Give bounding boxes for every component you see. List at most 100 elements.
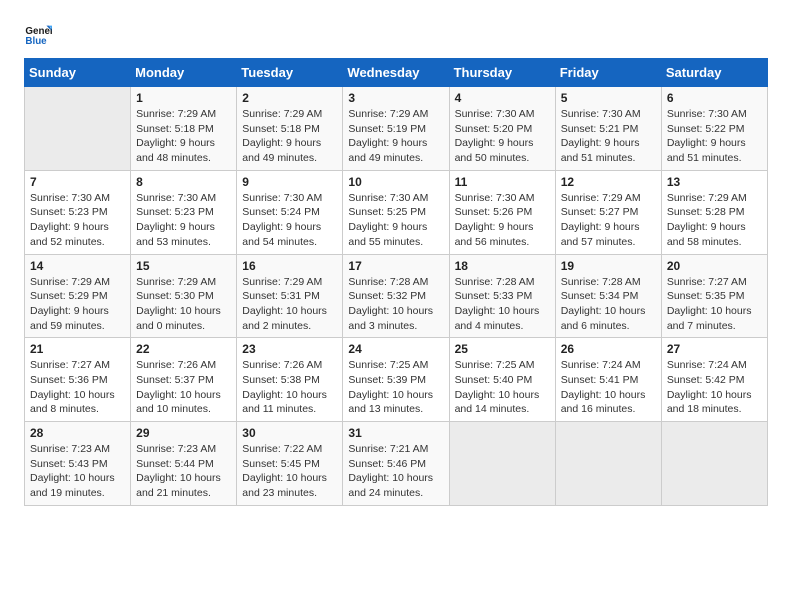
- day-number: 26: [561, 342, 656, 356]
- day-info: Sunrise: 7:28 AMSunset: 5:32 PMDaylight:…: [348, 276, 433, 332]
- day-number: 17: [348, 259, 443, 273]
- day-number: 25: [455, 342, 550, 356]
- header-friday: Friday: [555, 59, 661, 87]
- calendar-cell: 4 Sunrise: 7:30 AMSunset: 5:20 PMDayligh…: [449, 87, 555, 171]
- calendar-cell: 28 Sunrise: 7:23 AMSunset: 5:43 PMDaylig…: [25, 422, 131, 506]
- day-info: Sunrise: 7:29 AMSunset: 5:29 PMDaylight:…: [30, 276, 110, 332]
- calendar-cell: 10 Sunrise: 7:30 AMSunset: 5:25 PMDaylig…: [343, 170, 449, 254]
- day-number: 27: [667, 342, 762, 356]
- day-number: 6: [667, 91, 762, 105]
- calendar-cell: 20 Sunrise: 7:27 AMSunset: 5:35 PMDaylig…: [661, 254, 767, 338]
- logo-icon: General Blue: [24, 20, 52, 48]
- day-info: Sunrise: 7:30 AMSunset: 5:20 PMDaylight:…: [455, 108, 535, 164]
- header-monday: Monday: [131, 59, 237, 87]
- header: General Blue: [24, 20, 768, 48]
- week-row-3: 21 Sunrise: 7:27 AMSunset: 5:36 PMDaylig…: [25, 338, 768, 422]
- calendar-cell: 2 Sunrise: 7:29 AMSunset: 5:18 PMDayligh…: [237, 87, 343, 171]
- calendar-cell: 8 Sunrise: 7:30 AMSunset: 5:23 PMDayligh…: [131, 170, 237, 254]
- day-number: 19: [561, 259, 656, 273]
- calendar-cell: 13 Sunrise: 7:29 AMSunset: 5:28 PMDaylig…: [661, 170, 767, 254]
- day-number: 9: [242, 175, 337, 189]
- day-info: Sunrise: 7:23 AMSunset: 5:44 PMDaylight:…: [136, 443, 221, 499]
- day-info: Sunrise: 7:24 AMSunset: 5:42 PMDaylight:…: [667, 359, 752, 415]
- day-number: 22: [136, 342, 231, 356]
- day-number: 23: [242, 342, 337, 356]
- day-number: 3: [348, 91, 443, 105]
- day-number: 24: [348, 342, 443, 356]
- day-info: Sunrise: 7:30 AMSunset: 5:26 PMDaylight:…: [455, 192, 535, 248]
- day-number: 16: [242, 259, 337, 273]
- calendar-cell: 22 Sunrise: 7:26 AMSunset: 5:37 PMDaylig…: [131, 338, 237, 422]
- header-saturday: Saturday: [661, 59, 767, 87]
- week-row-1: 7 Sunrise: 7:30 AMSunset: 5:23 PMDayligh…: [25, 170, 768, 254]
- calendar-cell: 16 Sunrise: 7:29 AMSunset: 5:31 PMDaylig…: [237, 254, 343, 338]
- day-number: 14: [30, 259, 125, 273]
- day-info: Sunrise: 7:28 AMSunset: 5:34 PMDaylight:…: [561, 276, 646, 332]
- day-info: Sunrise: 7:29 AMSunset: 5:19 PMDaylight:…: [348, 108, 428, 164]
- calendar-cell: 6 Sunrise: 7:30 AMSunset: 5:22 PMDayligh…: [661, 87, 767, 171]
- day-number: 7: [30, 175, 125, 189]
- calendar-cell: 24 Sunrise: 7:25 AMSunset: 5:39 PMDaylig…: [343, 338, 449, 422]
- day-info: Sunrise: 7:30 AMSunset: 5:23 PMDaylight:…: [136, 192, 216, 248]
- day-info: Sunrise: 7:22 AMSunset: 5:45 PMDaylight:…: [242, 443, 327, 499]
- day-info: Sunrise: 7:29 AMSunset: 5:27 PMDaylight:…: [561, 192, 641, 248]
- calendar-cell: 3 Sunrise: 7:29 AMSunset: 5:19 PMDayligh…: [343, 87, 449, 171]
- calendar-cell: 30 Sunrise: 7:22 AMSunset: 5:45 PMDaylig…: [237, 422, 343, 506]
- calendar-cell: 12 Sunrise: 7:29 AMSunset: 5:27 PMDaylig…: [555, 170, 661, 254]
- calendar-cell: 27 Sunrise: 7:24 AMSunset: 5:42 PMDaylig…: [661, 338, 767, 422]
- week-row-4: 28 Sunrise: 7:23 AMSunset: 5:43 PMDaylig…: [25, 422, 768, 506]
- day-info: Sunrise: 7:30 AMSunset: 5:21 PMDaylight:…: [561, 108, 641, 164]
- calendar-cell: 21 Sunrise: 7:27 AMSunset: 5:36 PMDaylig…: [25, 338, 131, 422]
- calendar-table: SundayMondayTuesdayWednesdayThursdayFrid…: [24, 58, 768, 506]
- day-info: Sunrise: 7:30 AMSunset: 5:24 PMDaylight:…: [242, 192, 322, 248]
- day-info: Sunrise: 7:27 AMSunset: 5:36 PMDaylight:…: [30, 359, 115, 415]
- day-info: Sunrise: 7:27 AMSunset: 5:35 PMDaylight:…: [667, 276, 752, 332]
- day-number: 21: [30, 342, 125, 356]
- day-info: Sunrise: 7:29 AMSunset: 5:31 PMDaylight:…: [242, 276, 327, 332]
- week-row-0: 1 Sunrise: 7:29 AMSunset: 5:18 PMDayligh…: [25, 87, 768, 171]
- day-number: 2: [242, 91, 337, 105]
- calendar-cell: 31 Sunrise: 7:21 AMSunset: 5:46 PMDaylig…: [343, 422, 449, 506]
- header-tuesday: Tuesday: [237, 59, 343, 87]
- calendar-cell: 11 Sunrise: 7:30 AMSunset: 5:26 PMDaylig…: [449, 170, 555, 254]
- day-info: Sunrise: 7:30 AMSunset: 5:23 PMDaylight:…: [30, 192, 110, 248]
- day-info: Sunrise: 7:29 AMSunset: 5:30 PMDaylight:…: [136, 276, 221, 332]
- calendar-cell: [661, 422, 767, 506]
- day-info: Sunrise: 7:26 AMSunset: 5:37 PMDaylight:…: [136, 359, 221, 415]
- day-number: 29: [136, 426, 231, 440]
- calendar-cell: 15 Sunrise: 7:29 AMSunset: 5:30 PMDaylig…: [131, 254, 237, 338]
- day-info: Sunrise: 7:30 AMSunset: 5:25 PMDaylight:…: [348, 192, 428, 248]
- calendar-cell: 14 Sunrise: 7:29 AMSunset: 5:29 PMDaylig…: [25, 254, 131, 338]
- calendar-cell: 17 Sunrise: 7:28 AMSunset: 5:32 PMDaylig…: [343, 254, 449, 338]
- calendar-cell: 23 Sunrise: 7:26 AMSunset: 5:38 PMDaylig…: [237, 338, 343, 422]
- day-number: 4: [455, 91, 550, 105]
- header-thursday: Thursday: [449, 59, 555, 87]
- day-info: Sunrise: 7:28 AMSunset: 5:33 PMDaylight:…: [455, 276, 540, 332]
- day-number: 28: [30, 426, 125, 440]
- day-info: Sunrise: 7:29 AMSunset: 5:18 PMDaylight:…: [136, 108, 216, 164]
- day-number: 11: [455, 175, 550, 189]
- day-info: Sunrise: 7:26 AMSunset: 5:38 PMDaylight:…: [242, 359, 327, 415]
- day-number: 30: [242, 426, 337, 440]
- calendar-cell: 18 Sunrise: 7:28 AMSunset: 5:33 PMDaylig…: [449, 254, 555, 338]
- calendar-cell: [449, 422, 555, 506]
- day-number: 15: [136, 259, 231, 273]
- day-number: 1: [136, 91, 231, 105]
- day-number: 20: [667, 259, 762, 273]
- calendar-cell: 7 Sunrise: 7:30 AMSunset: 5:23 PMDayligh…: [25, 170, 131, 254]
- calendar-cell: 1 Sunrise: 7:29 AMSunset: 5:18 PMDayligh…: [131, 87, 237, 171]
- calendar-cell: 26 Sunrise: 7:24 AMSunset: 5:41 PMDaylig…: [555, 338, 661, 422]
- logo: General Blue: [24, 20, 56, 48]
- day-info: Sunrise: 7:30 AMSunset: 5:22 PMDaylight:…: [667, 108, 747, 164]
- day-info: Sunrise: 7:25 AMSunset: 5:39 PMDaylight:…: [348, 359, 433, 415]
- svg-text:Blue: Blue: [25, 36, 47, 47]
- day-info: Sunrise: 7:29 AMSunset: 5:18 PMDaylight:…: [242, 108, 322, 164]
- calendar-cell: [555, 422, 661, 506]
- header-wednesday: Wednesday: [343, 59, 449, 87]
- calendar-cell: [25, 87, 131, 171]
- header-sunday: Sunday: [25, 59, 131, 87]
- calendar-cell: 29 Sunrise: 7:23 AMSunset: 5:44 PMDaylig…: [131, 422, 237, 506]
- day-number: 8: [136, 175, 231, 189]
- day-info: Sunrise: 7:25 AMSunset: 5:40 PMDaylight:…: [455, 359, 540, 415]
- calendar-header-row: SundayMondayTuesdayWednesdayThursdayFrid…: [25, 59, 768, 87]
